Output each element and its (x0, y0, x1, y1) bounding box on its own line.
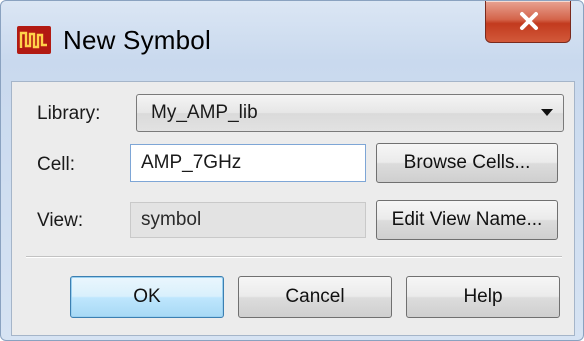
new-symbol-dialog: New Symbol Library: My_AMP_lib Cell: Bro… (0, 0, 584, 341)
ok-button[interactable]: OK (70, 276, 224, 318)
close-icon (520, 12, 538, 30)
view-field: symbol (130, 202, 366, 238)
help-button[interactable]: Help (406, 276, 560, 318)
dialog-body: Library: My_AMP_lib Cell: Browse Cells..… (11, 81, 575, 336)
cell-label: Cell: (37, 154, 76, 175)
cell-input[interactable] (130, 144, 366, 182)
separator (26, 256, 562, 258)
edit-view-name-button[interactable]: Edit View Name... (376, 200, 558, 240)
browse-cells-button[interactable]: Browse Cells... (376, 143, 558, 183)
library-label: Library: (37, 103, 101, 124)
app-waveform-icon (17, 26, 51, 54)
library-selected-value: My_AMP_lib (151, 102, 258, 123)
dialog-title: New Symbol (63, 25, 211, 55)
chevron-down-icon (541, 109, 553, 116)
cancel-button[interactable]: Cancel (238, 276, 392, 318)
view-label: View: (37, 210, 84, 231)
close-button[interactable] (485, 1, 571, 43)
library-dropdown[interactable]: My_AMP_lib (136, 94, 564, 132)
title-bar[interactable]: New Symbol (1, 1, 583, 81)
